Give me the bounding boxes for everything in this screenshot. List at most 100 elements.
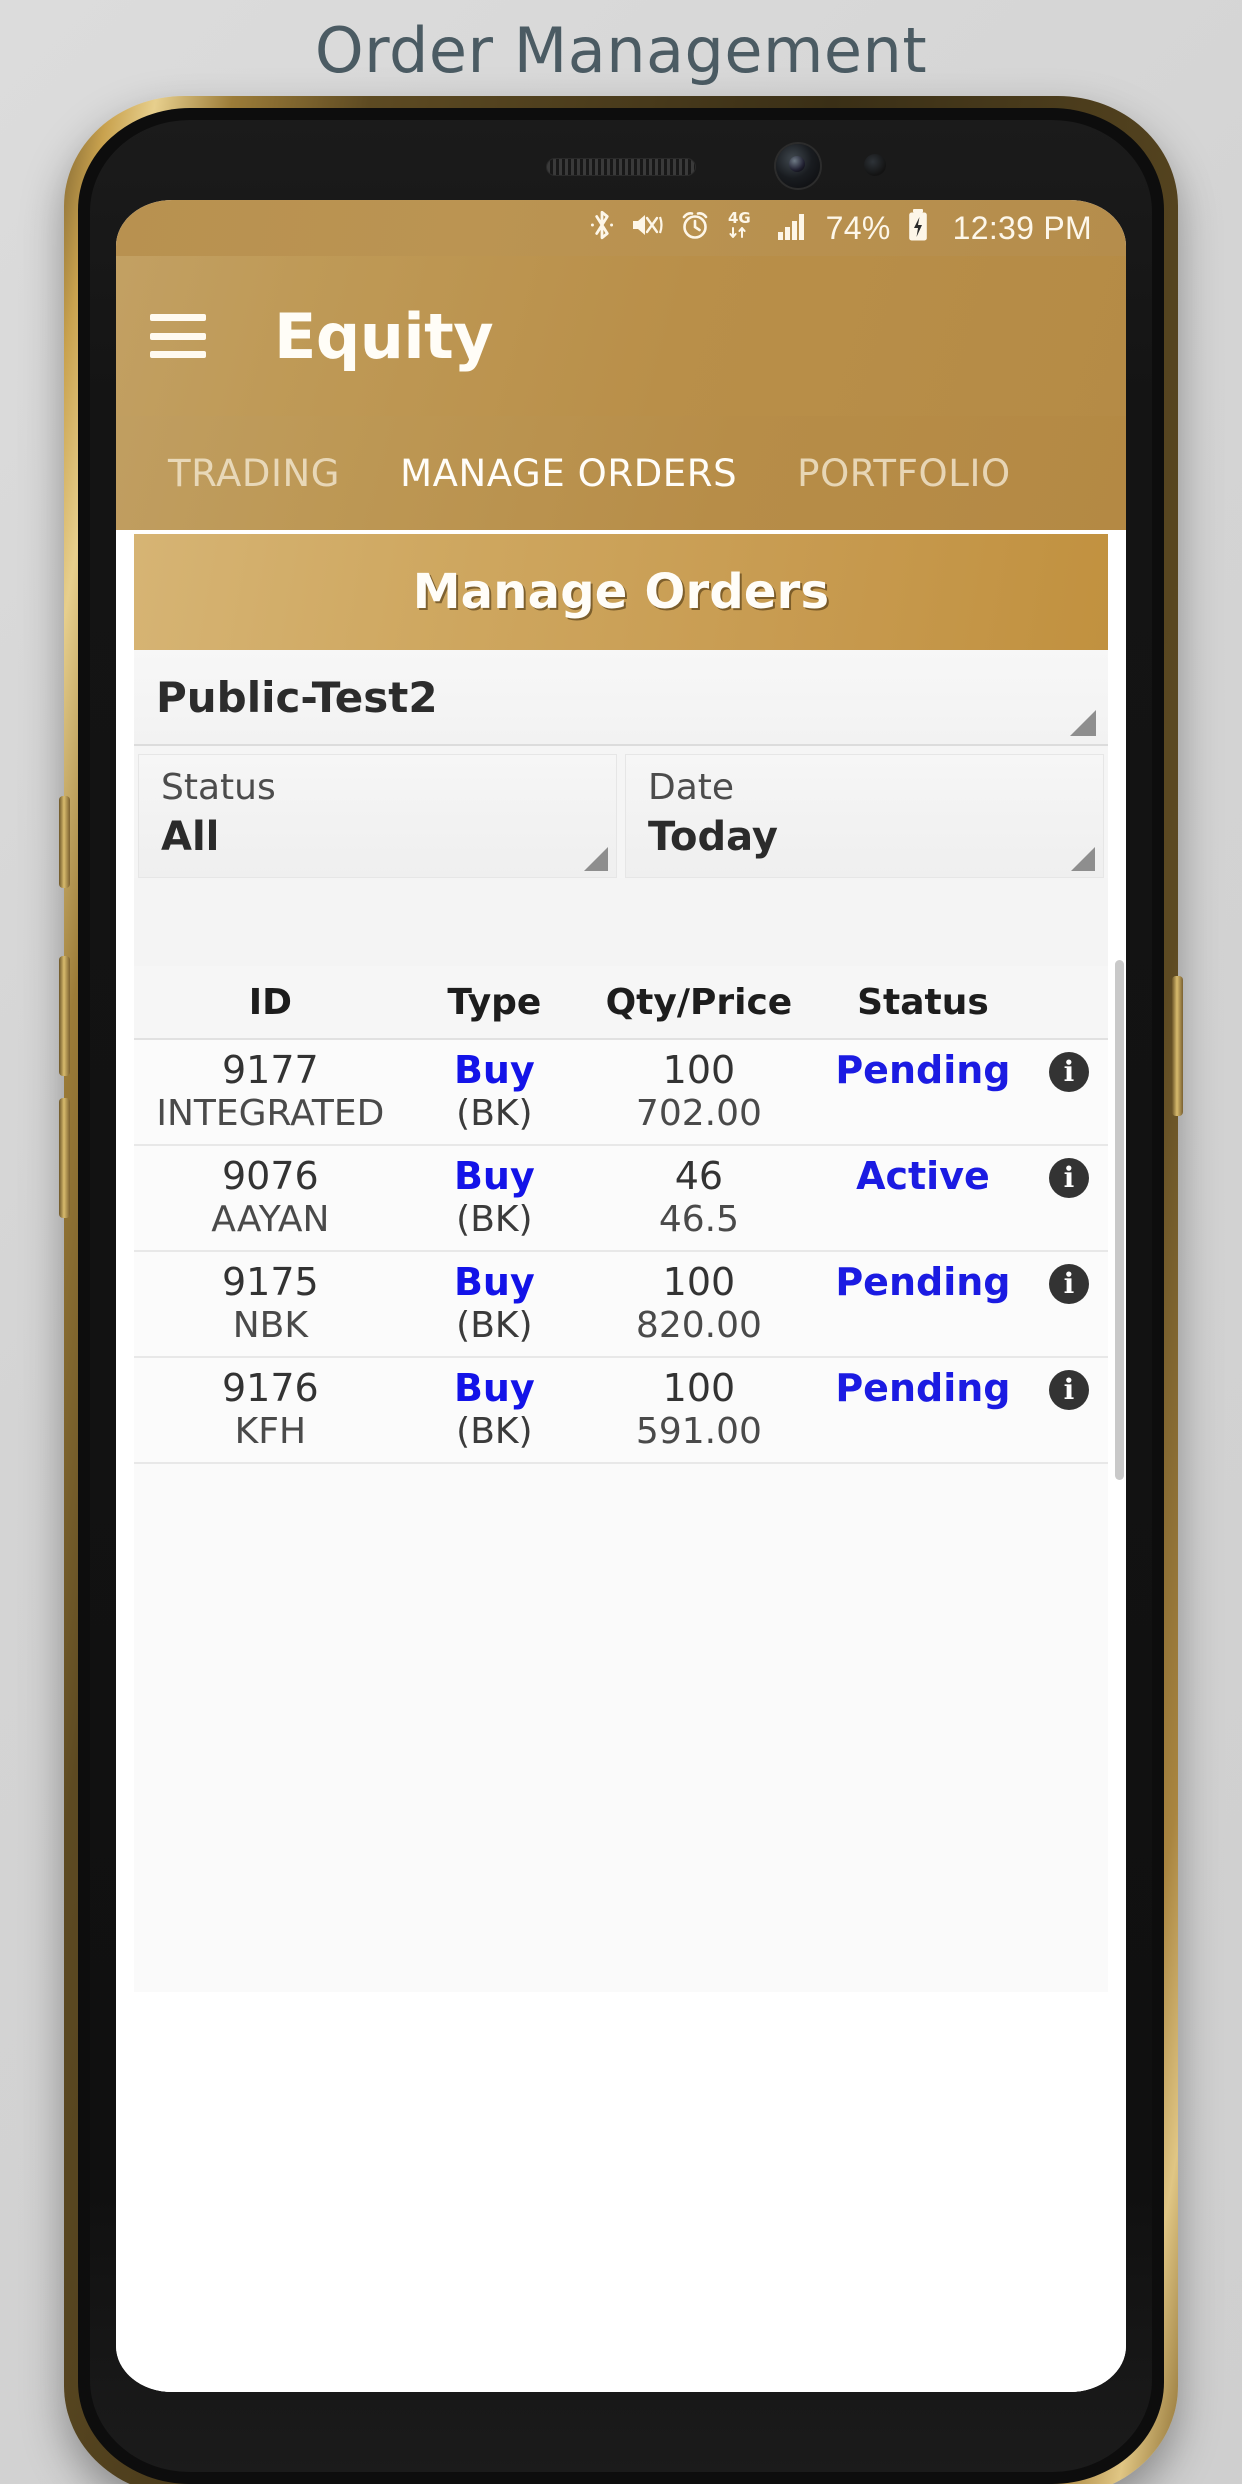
battery-charging-icon bbox=[906, 208, 930, 248]
order-type: Buy bbox=[453, 1048, 535, 1092]
cell-info[interactable]: i bbox=[1030, 1260, 1108, 1304]
hamburger-line-2 bbox=[150, 332, 206, 340]
hamburger-line-3 bbox=[150, 351, 206, 358]
order-symbol: AAYAN bbox=[211, 1198, 330, 1240]
filter-date-label: Date bbox=[648, 767, 735, 808]
corner-dropdown-icon bbox=[1070, 710, 1096, 736]
app-bar: Equity bbox=[116, 256, 1126, 416]
front-camera-icon bbox=[776, 144, 820, 188]
network-type-icon: 4G bbox=[726, 207, 762, 249]
status-bar-icons: 4G 74% 12:39 PM bbox=[589, 207, 1092, 249]
order-id: 9176 bbox=[222, 1366, 319, 1410]
status-badge: Active bbox=[856, 1154, 990, 1198]
order-type: Buy bbox=[453, 1260, 535, 1304]
table-row[interactable]: 9076 AAYAN Buy (BK) 46 46.5 Active i bbox=[134, 1146, 1108, 1252]
filter-date[interactable]: Date Today bbox=[625, 754, 1104, 878]
cell-status: Active bbox=[816, 1154, 1030, 1199]
order-price: 46.5 bbox=[658, 1198, 739, 1240]
tab-trading[interactable]: TRADING bbox=[138, 452, 370, 495]
power-button[interactable] bbox=[1172, 976, 1183, 1116]
column-header-id: ID bbox=[248, 981, 292, 1023]
cell-id: 9177 INTEGRATED bbox=[134, 1048, 407, 1135]
phone-device: 4G 74% 12:39 PM Equity TRADING MANAGE OR… bbox=[59, 96, 1183, 2484]
info-icon[interactable]: i bbox=[1049, 1052, 1089, 1092]
content-empty-area bbox=[116, 1992, 1126, 2392]
cell-status: Pending bbox=[816, 1260, 1030, 1305]
cell-type: Buy (BK) bbox=[407, 1154, 582, 1241]
status-bar: 4G 74% 12:39 PM bbox=[116, 200, 1126, 256]
corner-dropdown-icon bbox=[1071, 847, 1095, 871]
cell-qty-price: 100 820.00 bbox=[582, 1260, 816, 1347]
order-market: (BK) bbox=[456, 1304, 533, 1346]
order-qty: 100 bbox=[662, 1366, 736, 1410]
info-icon[interactable]: i bbox=[1049, 1158, 1089, 1198]
order-type: Buy bbox=[453, 1154, 535, 1198]
table-header-row: ID Type Qty/Price Status bbox=[134, 966, 1108, 1040]
table-row[interactable]: 9177 INTEGRATED Buy (BK) 100 702.00 Pend… bbox=[134, 1040, 1108, 1146]
order-market: (BK) bbox=[456, 1092, 533, 1134]
section-banner: Manage Orders bbox=[134, 534, 1108, 650]
tab-portfolio[interactable]: PORTFOLIO bbox=[767, 452, 1041, 495]
phone-screen: 4G 74% 12:39 PM Equity TRADING MANAGE OR… bbox=[116, 200, 1126, 2392]
corner-dropdown-icon bbox=[584, 847, 608, 871]
alarm-clock-icon bbox=[679, 209, 711, 247]
filter-status[interactable]: Status All bbox=[138, 754, 617, 878]
table-row[interactable]: 9175 NBK Buy (BK) 100 820.00 Pending i bbox=[134, 1252, 1108, 1358]
order-id: 9076 bbox=[222, 1154, 319, 1198]
cell-id: 9175 NBK bbox=[134, 1260, 407, 1347]
order-market: (BK) bbox=[456, 1410, 533, 1452]
order-symbol: KFH bbox=[234, 1410, 307, 1452]
filters-row: Status All Date Today bbox=[134, 746, 1108, 878]
clock-label: 12:39 PM bbox=[952, 209, 1092, 246]
account-selector[interactable]: Public-Test2 bbox=[134, 650, 1108, 746]
info-icon[interactable]: i bbox=[1049, 1370, 1089, 1410]
order-type: Buy bbox=[453, 1366, 535, 1410]
order-price: 591.00 bbox=[635, 1410, 762, 1452]
order-qty: 100 bbox=[662, 1260, 736, 1304]
info-icon[interactable]: i bbox=[1049, 1264, 1089, 1304]
tab-manage-orders[interactable]: MANAGE ORDERS bbox=[370, 452, 767, 495]
page-root: Order Management 4G 74% 12:39 PM Equity … bbox=[0, 0, 1242, 2484]
volume-down-button[interactable] bbox=[59, 1098, 70, 1218]
bixby-button[interactable] bbox=[59, 796, 70, 888]
order-id: 9175 bbox=[222, 1260, 319, 1304]
volume-mute-vibrate-icon bbox=[630, 209, 664, 247]
tab-bar: TRADING MANAGE ORDERS PORTFOLIO bbox=[116, 416, 1126, 530]
volume-up-button[interactable] bbox=[59, 956, 70, 1076]
earpiece-speaker-icon bbox=[546, 158, 696, 176]
order-symbol: NBK bbox=[232, 1304, 308, 1346]
cell-id: 9176 KFH bbox=[134, 1366, 407, 1453]
status-badge: Pending bbox=[835, 1366, 1011, 1410]
signal-bars-icon bbox=[777, 209, 811, 247]
account-selector-value: Public-Test2 bbox=[156, 672, 438, 722]
order-id: 9177 bbox=[222, 1048, 319, 1092]
filters-spacer bbox=[134, 878, 1108, 966]
vertical-scrollbar[interactable] bbox=[1115, 960, 1124, 1480]
battery-percent-label: 74% bbox=[825, 209, 891, 246]
cell-info[interactable]: i bbox=[1030, 1154, 1108, 1198]
order-qty: 100 bbox=[662, 1048, 736, 1092]
cell-info[interactable]: i bbox=[1030, 1048, 1108, 1092]
order-price: 820.00 bbox=[635, 1304, 762, 1346]
table-row[interactable]: 9176 KFH Buy (BK) 100 591.00 Pending i bbox=[134, 1358, 1108, 1464]
svg-text:4G: 4G bbox=[728, 209, 751, 227]
cell-type: Buy (BK) bbox=[407, 1048, 582, 1135]
status-badge: Pending bbox=[835, 1260, 1011, 1304]
cell-status: Pending bbox=[816, 1048, 1030, 1093]
app-title: Equity bbox=[274, 299, 494, 373]
page-title: Order Management bbox=[314, 14, 928, 87]
order-market: (BK) bbox=[456, 1198, 533, 1240]
cell-status: Pending bbox=[816, 1366, 1030, 1411]
bluetooth-icon bbox=[589, 208, 615, 248]
column-header-type: Type bbox=[447, 981, 542, 1023]
order-price: 702.00 bbox=[635, 1092, 762, 1134]
cell-id: 9076 AAYAN bbox=[134, 1154, 407, 1241]
hamburger-menu-icon[interactable] bbox=[150, 314, 206, 358]
filter-date-value: Today bbox=[648, 814, 778, 860]
cell-type: Buy (BK) bbox=[407, 1366, 582, 1453]
cell-info[interactable]: i bbox=[1030, 1366, 1108, 1410]
cell-qty-price: 100 702.00 bbox=[582, 1048, 816, 1135]
status-badge: Pending bbox=[835, 1048, 1011, 1092]
order-qty: 46 bbox=[674, 1154, 724, 1198]
hamburger-line-1 bbox=[150, 314, 206, 321]
